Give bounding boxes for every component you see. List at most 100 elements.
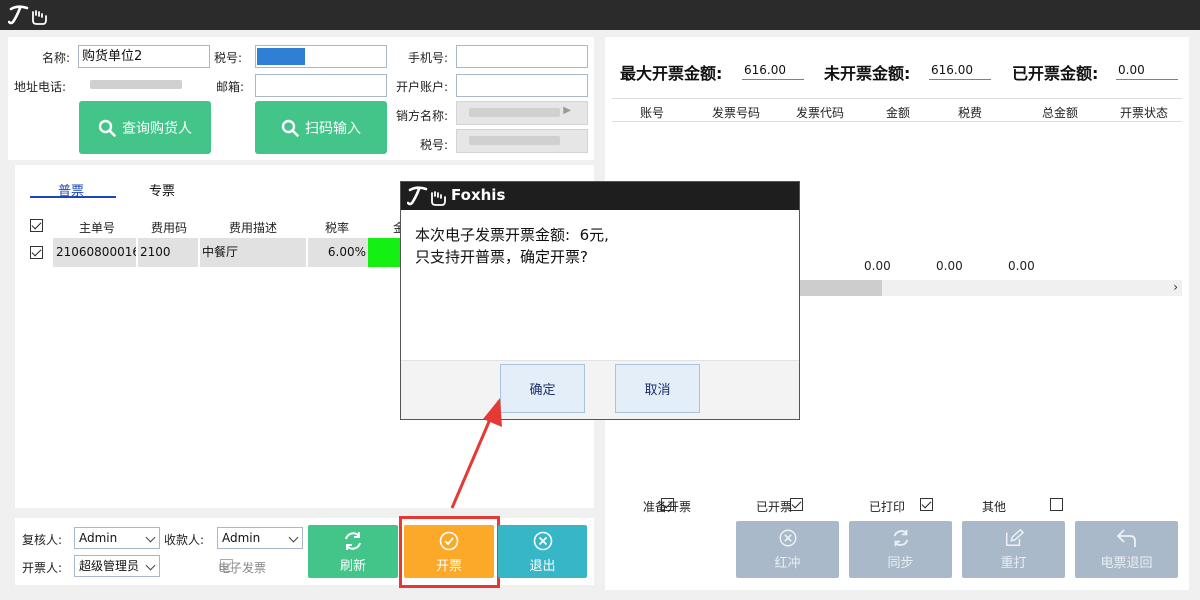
account-label: 开户账户: [395, 80, 448, 94]
query-buyer-button[interactable]: 查询购货人 [79, 101, 211, 154]
ready-filter-label: 准备开票 [643, 500, 692, 514]
seller-label: 销方名称: [395, 109, 448, 123]
scrollbar-thumb[interactable] [798, 280, 882, 296]
scan-input-label: 扫码输入 [305, 120, 361, 137]
total-amount: 0.00 [864, 259, 891, 273]
email-field[interactable] [255, 74, 387, 97]
select-all-checkbox[interactable] [30, 219, 43, 232]
issuer-select[interactable]: 超级管理员 [74, 555, 160, 577]
col-amount: 金额 [885, 106, 910, 120]
col-order-no: 主单号 [78, 221, 115, 235]
other-filter-checkbox[interactable] [1050, 498, 1064, 511]
payee-select[interactable]: Admin [217, 527, 303, 549]
row-fee-code: 2100 [138, 238, 198, 267]
red-reverse-label: 红冲 [774, 556, 801, 571]
row-tax-rate: 6.00% [308, 238, 368, 267]
reprint-button[interactable]: 重打 [962, 521, 1065, 578]
account-field[interactable] [456, 74, 588, 97]
name-label: 名称: [41, 51, 70, 65]
check-circle-icon [439, 531, 459, 550]
col-status: 开票状态 [1119, 106, 1168, 120]
red-reverse-button[interactable]: 红冲 [736, 521, 839, 578]
row-order-no: 21060800016 [53, 238, 136, 267]
title-bar [0, 0, 1200, 30]
unissued-amount-label: 未开票金额: [824, 64, 911, 83]
confirm-dialog: Foxhis 本次电子发票开票金额: 6元, 只支持开普票，确定开票? 确定 取… [400, 181, 800, 420]
tab-underline [30, 196, 116, 198]
chevron-right-icon[interactable]: › [1173, 280, 1178, 294]
issued-filter-label: 已开票 [756, 500, 793, 514]
refresh-icon [893, 529, 908, 547]
dialog-message-line-2: 只支持开普票，确定开票? [415, 248, 588, 266]
seller-taxid-field[interactable] [456, 129, 588, 153]
name-field[interactable]: 购货单位2 [78, 45, 210, 68]
printed-filter-label: 已打印 [869, 500, 906, 514]
col-account: 账号 [639, 106, 664, 120]
phone-field[interactable] [456, 45, 588, 68]
query-buyer-label: 查询购货人 [122, 120, 192, 137]
search-icon [281, 119, 299, 137]
sync-button[interactable]: 同步 [849, 521, 952, 578]
unissued-amount-value: 616.00 [929, 60, 991, 80]
address-label: 地址电话: [14, 80, 67, 94]
issuer-value: 超级管理员 [79, 559, 140, 573]
row-fee-desc: 中餐厅 [200, 238, 306, 267]
printed-filter-checkbox[interactable] [920, 498, 934, 511]
e-invoice-return-label: 电票退回 [1100, 556, 1153, 571]
taxid-field[interactable] [255, 45, 387, 68]
issue-invoice-button[interactable]: 开票 [404, 525, 494, 578]
reviewer-select[interactable]: Admin [74, 527, 160, 549]
issue-invoice-label: 开票 [435, 558, 462, 574]
seller-taxid-label: 税号: [419, 138, 448, 152]
col-invoice-no: 发票号码 [711, 106, 760, 120]
issuer-label: 开票人: [22, 561, 63, 575]
max-amount-label: 最大开票金额: [620, 64, 723, 83]
chevron-down-icon [145, 560, 156, 571]
issued-amount-value: 0.00 [1116, 60, 1178, 80]
taxid-label: 税号: [214, 51, 243, 65]
exit-button[interactable]: 退出 [498, 525, 587, 578]
triangle-right-icon: ▶ [563, 105, 571, 116]
payee-label: 收款人: [164, 533, 205, 547]
refresh-icon [345, 531, 361, 550]
scan-input-button[interactable]: 扫码输入 [255, 101, 387, 154]
refresh-button[interactable]: 刷新 [308, 525, 398, 578]
total-sum: 0.00 [1008, 259, 1035, 273]
phone-label: 手机号: [407, 51, 448, 65]
col-fee-code: 费用码 [150, 221, 187, 235]
col-tax-rate: 税率 [324, 221, 349, 235]
foxhis-logo-icon [407, 186, 446, 206]
col-tax: 税费 [957, 106, 982, 120]
row-checkbox[interactable] [30, 246, 43, 259]
seller-select[interactable]: ▶ [456, 101, 588, 125]
total-tax: 0.00 [936, 259, 963, 273]
row-amount-highlight [368, 238, 400, 267]
email-label: 邮箱: [216, 80, 245, 94]
col-fee-desc: 费用描述 [228, 221, 277, 235]
reprint-label: 重打 [1000, 556, 1027, 571]
issued-amount-label: 已开票金额: [1012, 64, 1099, 83]
dialog-message-line-1: 本次电子发票开票金额: 6元, [415, 226, 609, 244]
payee-value: Admin [222, 531, 261, 545]
edit-icon [1005, 528, 1024, 546]
issued-filter-checkbox[interactable] [790, 498, 804, 511]
table-row[interactable]: 21060800016 2100 中餐厅 6.00% [24, 238, 400, 267]
exit-label: 退出 [529, 558, 556, 574]
search-icon [98, 119, 116, 137]
e-invoice-return-button[interactable]: 电票退回 [1075, 521, 1178, 578]
refresh-label: 刷新 [339, 558, 366, 574]
address-field[interactable] [78, 74, 210, 97]
close-circle-icon [533, 531, 552, 550]
confirm-button[interactable]: 确定 [500, 364, 585, 413]
foxhis-logo-icon [8, 5, 47, 25]
dialog-title: Foxhis [451, 186, 506, 204]
dialog-title-bar: Foxhis [401, 182, 799, 210]
close-circle-icon [779, 529, 796, 547]
tab-special-invoice[interactable]: 专票 [149, 180, 175, 199]
reviewer-value: Admin [79, 531, 118, 545]
annotation-arrow-icon [450, 398, 502, 509]
other-filter-label: 其他 [982, 500, 1007, 514]
e-invoice-label: 电子发票 [218, 561, 267, 575]
cancel-button[interactable]: 取消 [615, 364, 700, 413]
max-amount-value: 616.00 [742, 60, 804, 80]
